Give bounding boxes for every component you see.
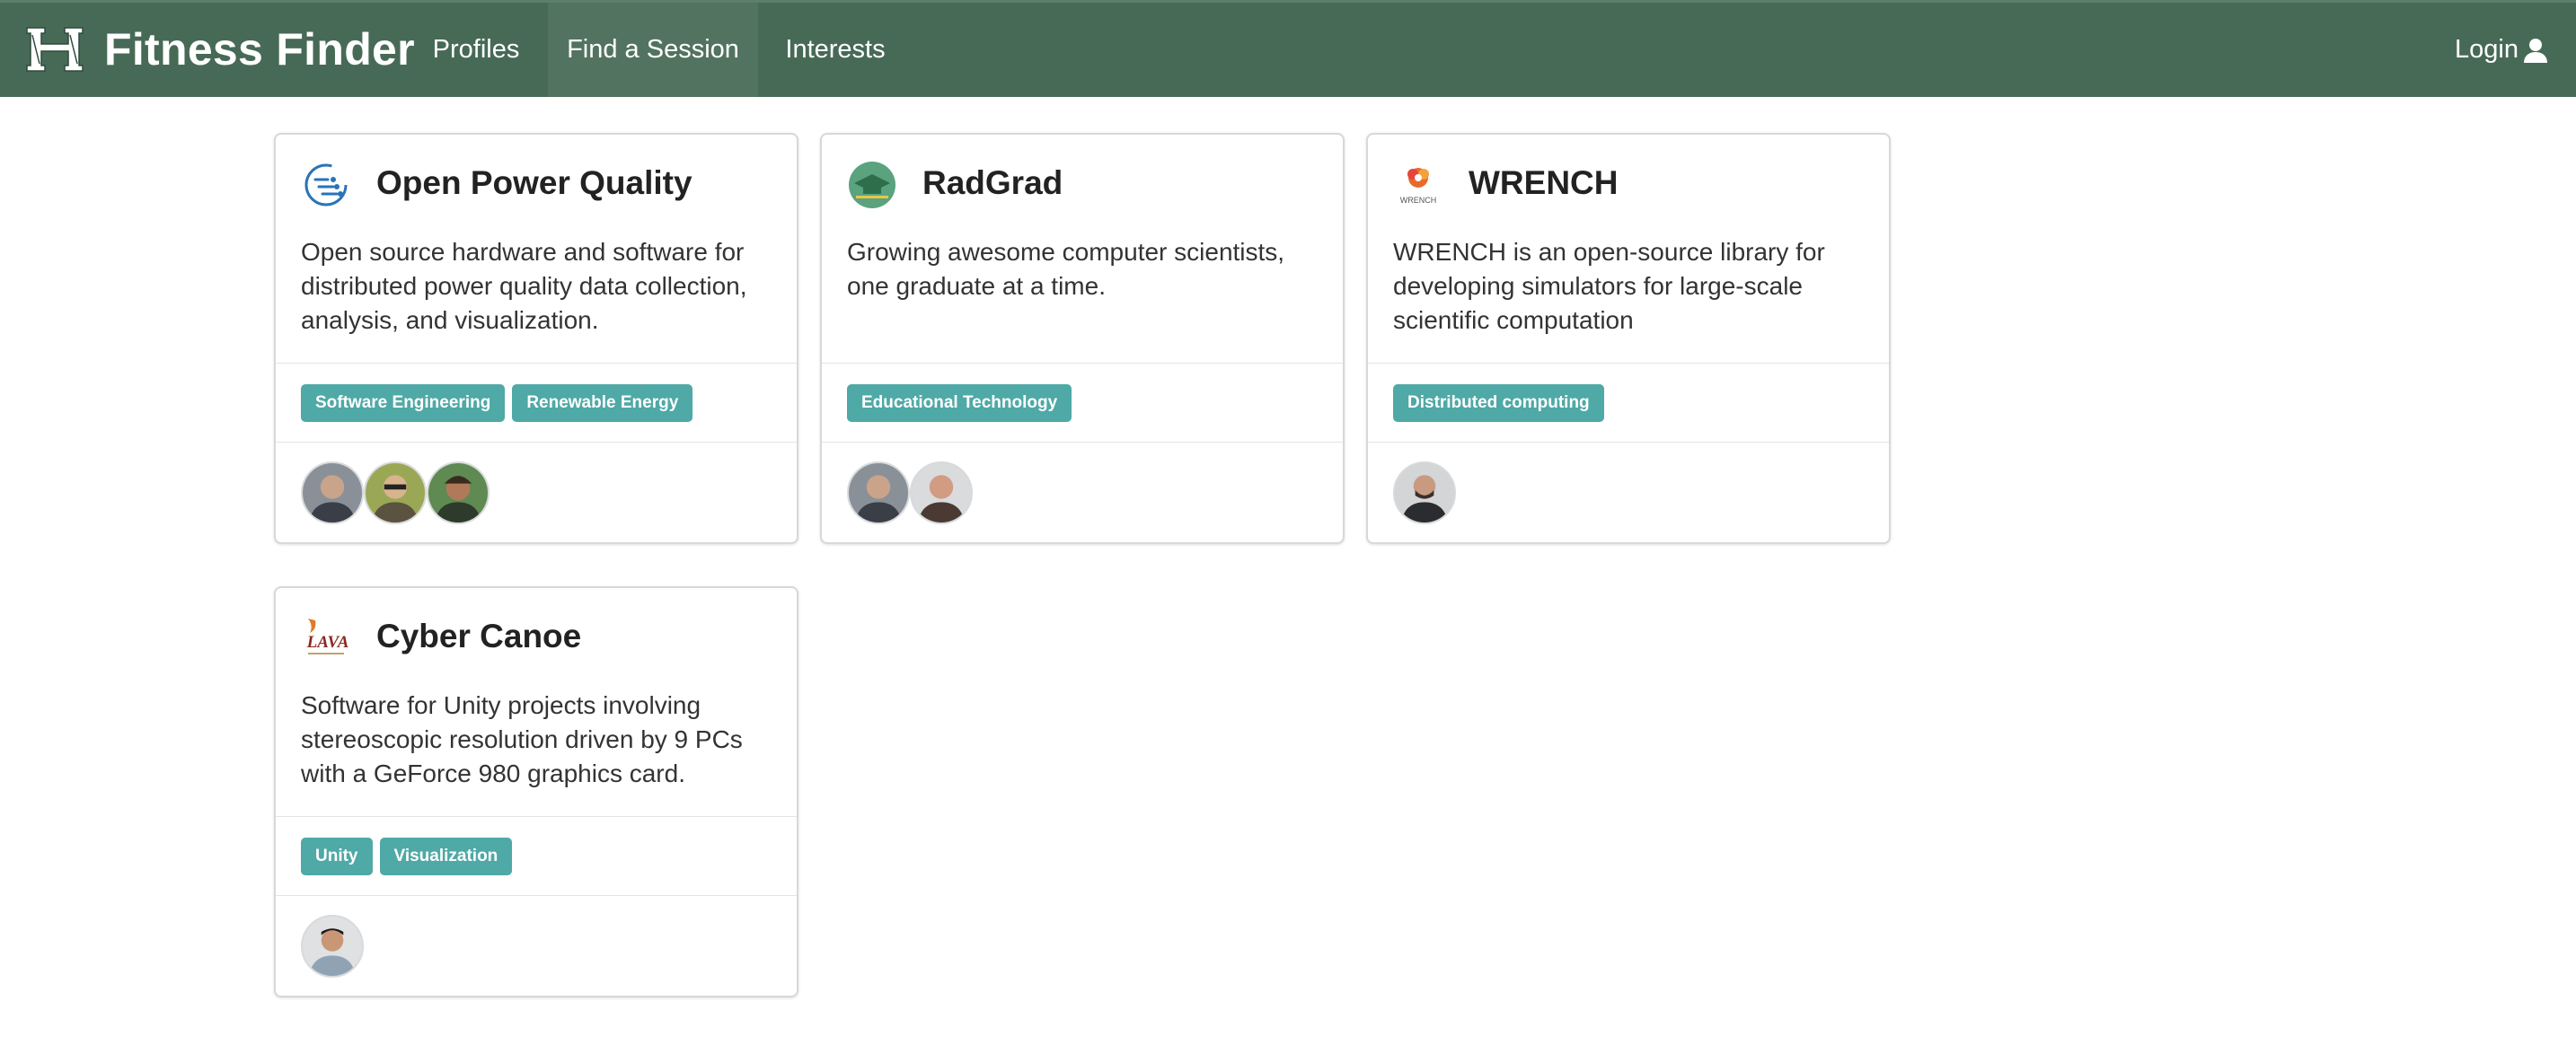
tag-label[interactable]: Unity [301, 838, 373, 875]
avatar[interactable] [847, 461, 910, 524]
avatar[interactable] [910, 461, 973, 524]
tag-label[interactable]: Software Engineering [301, 384, 506, 422]
tag-label[interactable]: Educational Technology [847, 384, 1072, 422]
divider [1368, 363, 1889, 364]
card-title: WRENCH [1469, 164, 1619, 201]
login-label: Login [2455, 35, 2519, 64]
avatar[interactable] [1393, 461, 1456, 524]
project-card: Open Power Quality Open source hardware … [274, 133, 798, 544]
svg-text:LAVA: LAVA [306, 633, 349, 652]
avatar-list [1393, 461, 1456, 524]
tag-label[interactable]: Renewable Energy [512, 384, 693, 422]
card-title: RadGrad [922, 164, 1063, 201]
tag-list: Educational Technology [847, 384, 1072, 422]
radgrad-logo-icon [849, 162, 895, 208]
avatar[interactable] [427, 461, 490, 524]
avatar-list [301, 461, 490, 524]
avatar[interactable] [301, 461, 364, 524]
card-description: Software for Unity projects involving st… [301, 691, 743, 787]
svg-text:WRENCH: WRENCH [1400, 196, 1437, 205]
brand-title[interactable]: Fitness Finder [104, 22, 415, 76]
tag-list: Distributed computing [1393, 384, 1604, 422]
nav-find-a-session[interactable]: Find a Session [548, 3, 758, 97]
opq-logo-icon [304, 163, 348, 206]
nav-profiles[interactable]: Profiles [404, 3, 548, 97]
divider [276, 442, 797, 443]
tag-label[interactable]: Distributed computing [1393, 384, 1604, 422]
wrench-logo-icon: WRENCH [1393, 160, 1443, 210]
avatar[interactable] [364, 461, 427, 524]
card-description: Open source hardware and software for di… [301, 238, 747, 334]
project-card: LAVA Cyber Canoe Software for Unity proj… [274, 586, 798, 997]
nav-interests[interactable]: Interests [758, 3, 913, 97]
divider [276, 816, 797, 817]
lava-logo-icon: LAVA [301, 613, 351, 663]
divider [1368, 442, 1889, 443]
hawaii-h-logo-icon[interactable] [23, 24, 86, 75]
project-card: WRENCH WRENCH WRENCH is an open-source l… [1366, 133, 1891, 544]
divider [822, 442, 1343, 443]
card-title: Open Power Quality [376, 164, 693, 201]
navbar: Fitness Finder Profiles Find a Session I… [0, 0, 2576, 97]
card-description: Growing awesome computer scientists, one… [847, 238, 1285, 300]
tag-list: Unity Visualization [301, 838, 513, 875]
divider [276, 895, 797, 896]
tag-label[interactable]: Visualization [379, 838, 513, 875]
avatar-list [301, 915, 364, 978]
avatar-list [847, 461, 973, 524]
divider [276, 363, 797, 364]
card-description: WRENCH is an open-source library for dev… [1393, 238, 1825, 334]
tag-list: Software Engineering Renewable Energy [301, 384, 693, 422]
card-title: Cyber Canoe [376, 618, 582, 654]
divider [822, 363, 1343, 364]
avatar[interactable] [301, 915, 364, 978]
project-card: RadGrad Growing awesome computer scienti… [820, 133, 1345, 544]
user-icon [2524, 38, 2547, 63]
login-menu[interactable]: Login [2455, 3, 2549, 97]
